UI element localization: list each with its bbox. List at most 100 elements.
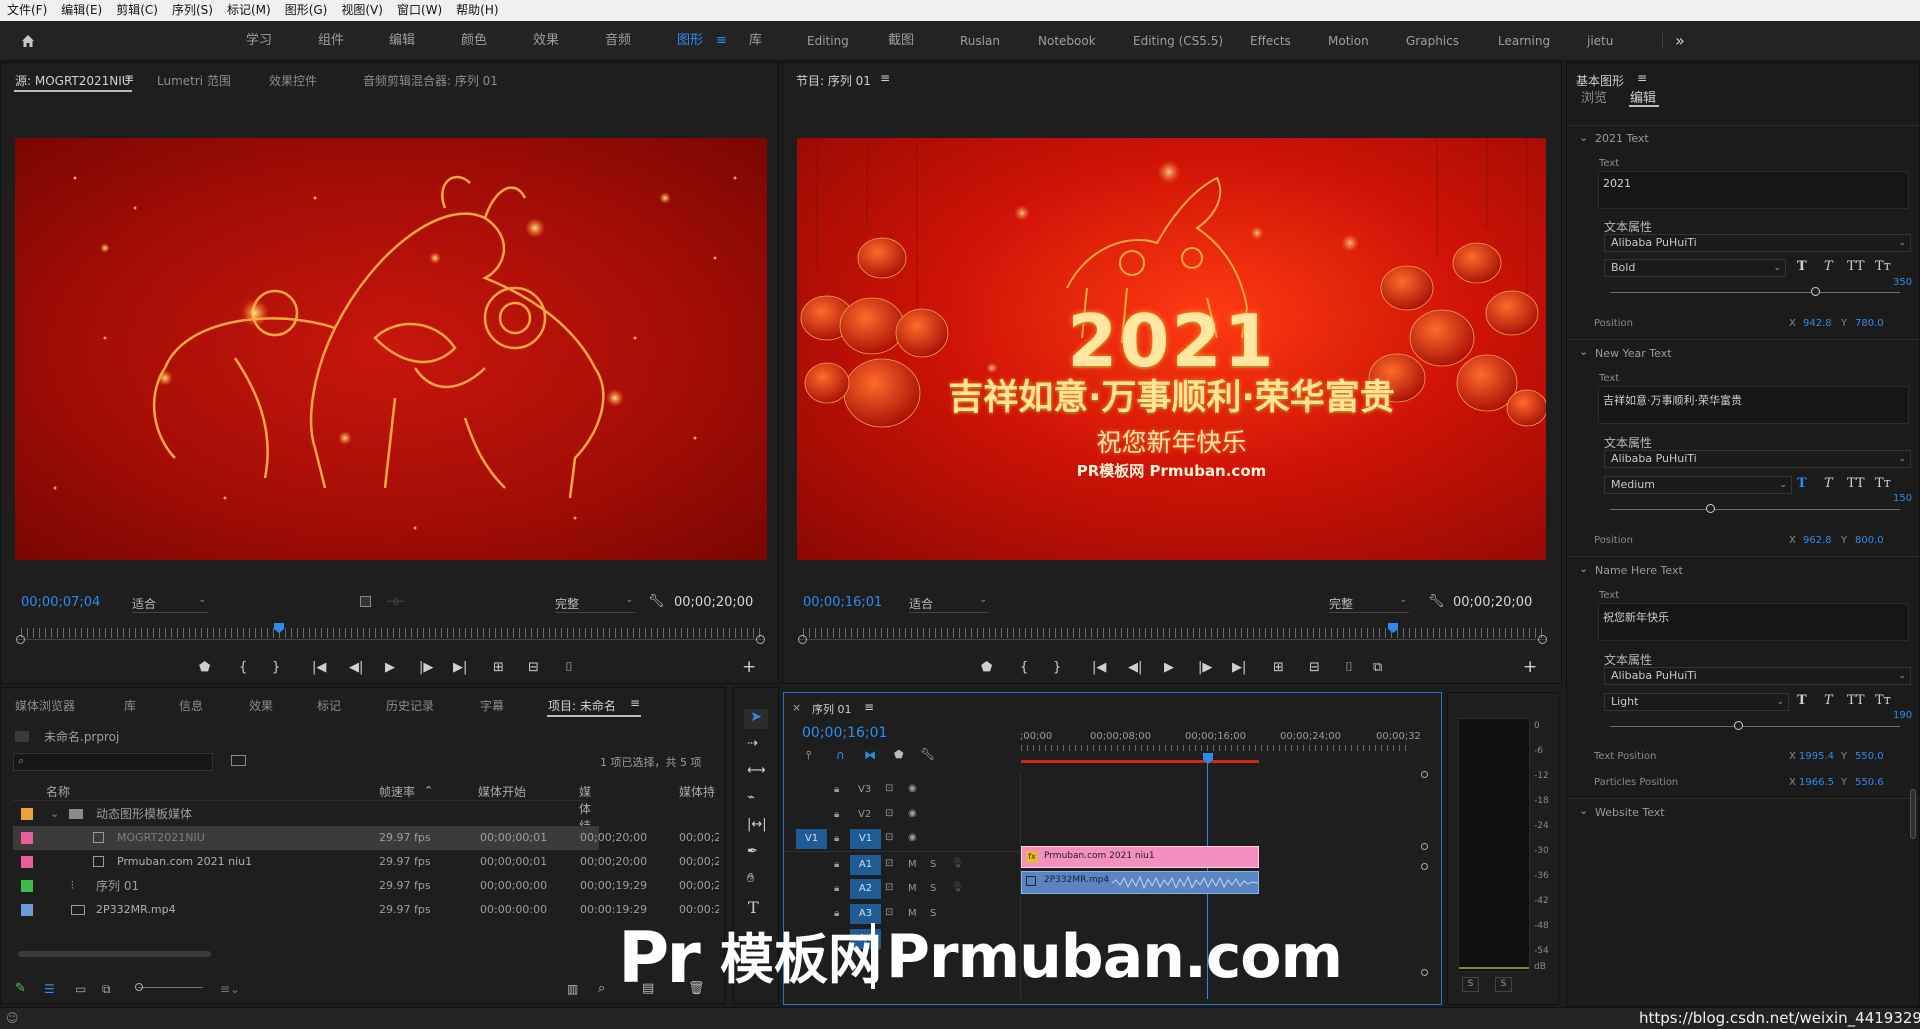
- panel-menu-icon[interactable]: ≡: [880, 71, 890, 85]
- vertical-scroll-handle[interactable]: [1421, 969, 1428, 976]
- program-quality-select[interactable]: 完整 ⌄: [1329, 595, 1409, 613]
- position-x-value[interactable]: 962.8: [1803, 535, 1832, 546]
- font-size-slider[interactable]: [1610, 726, 1900, 727]
- menu-sequence[interactable]: 序列(S): [165, 0, 220, 21]
- track-label[interactable]: V2: [858, 809, 871, 820]
- mark-in-icon[interactable]: {: [239, 660, 247, 676]
- workspace-graphics-active[interactable]: 图形: [677, 21, 703, 61]
- mark-out-icon[interactable]: }: [1053, 660, 1061, 676]
- step-back-icon[interactable]: ◀|: [349, 660, 363, 676]
- particles-position-x-value[interactable]: 1966.5: [1799, 777, 1834, 788]
- ripple-edit-tool-icon[interactable]: ⟷: [747, 763, 766, 778]
- workspace-effects[interactable]: Effects: [1250, 21, 1291, 61]
- work-area-bar[interactable]: [1021, 760, 1259, 763]
- extract-icon[interactable]: ⊟: [1309, 660, 1320, 676]
- lock-icon[interactable]: 🔒︎: [834, 859, 839, 870]
- tab-sequence[interactable]: 序列 01: [812, 701, 852, 717]
- menu-clip[interactable]: 剪辑(C): [109, 0, 165, 21]
- workspace-motion[interactable]: Motion: [1328, 21, 1369, 61]
- menu-marker[interactable]: 标记(M): [220, 0, 278, 21]
- add-button-icon[interactable]: +: [1523, 659, 1537, 676]
- solo-button[interactable]: S: [930, 908, 936, 919]
- tab-program[interactable]: 节目: 序列 01: [796, 72, 871, 89]
- solo-button[interactable]: S: [930, 859, 936, 870]
- menu-file[interactable]: 文件(F): [0, 0, 54, 21]
- selection-tool-icon[interactable]: ➤: [744, 709, 768, 729]
- project-row[interactable]: 2P332MR.mp4 29.97 fps 00:00:00:00 00:00:…: [13, 898, 719, 922]
- add-marker-icon[interactable]: ⬟: [199, 660, 210, 676]
- project-row-selected[interactable]: MOGRT2021NIU 29.97 fps 00;00;00;01 00;00…: [13, 826, 719, 850]
- section-chevron-icon[interactable]: ⌄: [1579, 562, 1588, 575]
- lock-icon[interactable]: 🔒︎: [834, 833, 839, 844]
- font-family-select[interactable]: Alibaba PuHuiTi ⌄: [1604, 234, 1911, 252]
- faux-bold-icon[interactable]: T: [1797, 259, 1807, 274]
- workspace-audio[interactable]: 音频: [605, 21, 631, 61]
- font-style-select[interactable]: Light ⌄: [1604, 693, 1789, 711]
- particles-position-y-value[interactable]: 550.6: [1855, 777, 1884, 788]
- section-title[interactable]: Website Text: [1595, 806, 1665, 819]
- program-timecode[interactable]: 00;00;16;01: [803, 595, 882, 610]
- tab-history[interactable]: 历史记录: [386, 697, 434, 714]
- wrench-icon[interactable]: 🔧︎: [1428, 594, 1445, 609]
- workspace-learn[interactable]: 学习: [246, 21, 272, 61]
- workspace-screenshot[interactable]: 截图: [888, 21, 914, 61]
- workspace-editing[interactable]: Editing: [807, 21, 849, 61]
- section-chevron-icon[interactable]: ⌄: [1579, 804, 1588, 817]
- project-row[interactable]: Prmuban.com 2021 niu1 29.97 fps 00;00;00…: [13, 850, 719, 874]
- workspace-menu-icon[interactable]: ≡: [716, 21, 727, 61]
- program-time-ruler[interactable]: [803, 628, 1543, 638]
- lock-icon[interactable]: 🔒︎: [834, 883, 839, 894]
- panel-menu-icon[interactable]: ≡: [630, 696, 640, 710]
- tab-browse[interactable]: 浏览: [1581, 87, 1607, 106]
- meter-solo-button[interactable]: S: [1462, 977, 1479, 992]
- razor-tool-icon[interactable]: ⌁: [747, 790, 755, 805]
- sort-icon[interactable]: ≡⌄: [220, 982, 240, 996]
- program-fit-select[interactable]: 适合 ⌄: [909, 595, 989, 613]
- all-caps-icon[interactable]: TT: [1847, 693, 1865, 708]
- faux-italic-icon[interactable]: T: [1824, 259, 1833, 274]
- font-size-value[interactable]: 190: [1893, 710, 1912, 721]
- section-title[interactable]: 2021 Text: [1595, 132, 1649, 145]
- lock-icon[interactable]: 🔒︎: [834, 784, 839, 795]
- tab-markers[interactable]: 标记: [317, 697, 341, 714]
- step-forward-icon[interactable]: |▶: [419, 660, 433, 676]
- tab-effect-controls[interactable]: 效果控件: [269, 72, 317, 89]
- font-family-select[interactable]: Alibaba PuHuiTi ⌄: [1604, 667, 1911, 685]
- all-caps-icon[interactable]: TT: [1847, 259, 1865, 274]
- tab-info[interactable]: 信息: [179, 697, 203, 714]
- panel-menu-icon[interactable]: ≡: [864, 700, 874, 714]
- export-frame-icon[interactable]: ⌷: [1345, 660, 1353, 676]
- go-to-in-icon[interactable]: |◀: [1092, 660, 1106, 676]
- source-patch-v1[interactable]: V1: [796, 829, 827, 849]
- project-search-input[interactable]: ⌕: [13, 753, 213, 771]
- add-button-icon[interactable]: +: [742, 659, 756, 676]
- font-size-slider[interactable]: [1610, 292, 1900, 293]
- source-quality-select[interactable]: 完整 ⌄: [555, 595, 635, 613]
- tab-project[interactable]: 项目: 未命名: [548, 697, 616, 714]
- workspace-assembly[interactable]: 组件: [318, 21, 344, 61]
- mute-button[interactable]: M: [908, 883, 917, 894]
- horizontal-scrollbar[interactable]: [18, 951, 211, 957]
- font-style-select[interactable]: Bold ⌄: [1604, 259, 1786, 277]
- text-input[interactable]: 祝您新年快乐: [1598, 603, 1909, 641]
- workspace-notebook[interactable]: Notebook: [1038, 21, 1096, 61]
- lift-icon[interactable]: ⊞: [1273, 660, 1284, 676]
- play-icon[interactable]: ▶: [385, 660, 395, 676]
- overwrite-icon[interactable]: ⊟: [528, 660, 539, 676]
- vertical-scroll-handle[interactable]: [1421, 843, 1428, 850]
- comparison-view-icon[interactable]: ⧉: [1373, 660, 1382, 676]
- source-fit-select[interactable]: 适合 ⌄: [132, 595, 208, 613]
- small-caps-icon[interactable]: Tт: [1875, 693, 1891, 708]
- faux-bold-active-icon[interactable]: T: [1797, 476, 1807, 491]
- close-icon[interactable]: ×: [792, 701, 801, 714]
- vertical-scroll-handle[interactable]: [1421, 771, 1428, 778]
- panel-menu-icon[interactable]: ≡: [124, 71, 134, 85]
- chevron-down-icon[interactable]: ⌄: [50, 802, 59, 826]
- section-chevron-icon[interactable]: ⌄: [1579, 345, 1588, 358]
- linked-selection-icon[interactable]: ⧓: [864, 748, 876, 762]
- track-label-target[interactable]: A3: [850, 904, 881, 924]
- add-marker-icon[interactable]: ⬟: [981, 660, 992, 676]
- font-size-slider[interactable]: [1610, 509, 1900, 510]
- track-label-target[interactable]: A2: [850, 879, 881, 899]
- pencil-icon[interactable]: ✎: [15, 981, 26, 996]
